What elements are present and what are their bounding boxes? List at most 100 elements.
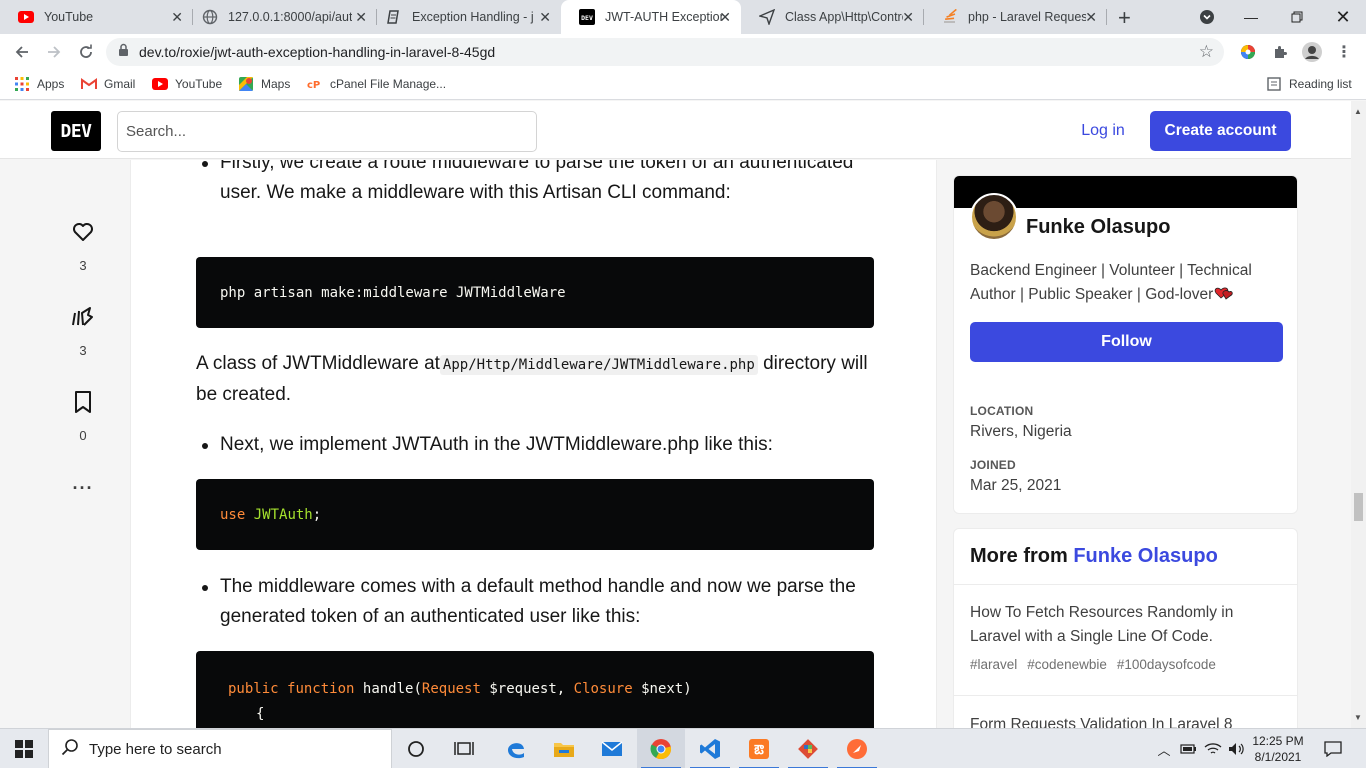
author-bio-text: Backend Engineer | Volunteer | Technical… [970, 262, 1252, 303]
bookmark-label: cPanel File Manage... [330, 77, 447, 91]
cortana-icon[interactable] [392, 729, 440, 768]
paragraph: A class of JWTMiddleware at App/Http/Midd… [196, 349, 874, 410]
close-icon[interactable]: ✕ [355, 9, 367, 26]
bookmark-reaction[interactable]: 0 [60, 390, 106, 443]
tab-api[interactable]: 127.0.0.1:8000/api/aut ✕ [184, 0, 377, 34]
code-function: handle( [362, 681, 422, 697]
postman-icon[interactable] [833, 729, 881, 768]
dev-header: DEV Log in Create account [0, 101, 1351, 159]
page-scrollbar[interactable]: ▲ ▼ [1351, 101, 1366, 728]
forward-button[interactable] [42, 40, 66, 64]
maps-icon [238, 76, 254, 92]
tag-link[interactable]: #laravel [970, 657, 1017, 672]
tab-search-button[interactable] [1184, 0, 1230, 34]
scroll-up-icon[interactable]: ▲ [1354, 107, 1362, 116]
search-input[interactable] [117, 111, 537, 152]
tab-class-app[interactable]: Class App\Http\Contro ✕ [741, 0, 924, 34]
close-icon[interactable]: ✕ [539, 9, 551, 26]
vscode-icon[interactable] [686, 729, 734, 768]
menu-kebab-icon[interactable]: ⋮ [1334, 42, 1354, 62]
code-punct: { [256, 706, 265, 722]
profile-avatar-icon[interactable] [1302, 42, 1322, 62]
bookmark-cpanel[interactable]: cP cPanel File Manage... [307, 76, 446, 92]
address-bar[interactable]: dev.to/roxie/jwt-auth-exception-handling… [106, 38, 1224, 66]
code-class: JWTAuth [253, 506, 313, 523]
author-name[interactable]: Funke Olasupo [1026, 216, 1170, 239]
heart-icon [71, 220, 95, 249]
notification-icon[interactable] [1318, 729, 1348, 768]
bookmark-gmail[interactable]: Gmail [81, 76, 135, 92]
more-from-author-link[interactable]: Funke Olasupo [1073, 545, 1217, 567]
maximize-button[interactable] [1274, 0, 1320, 34]
close-icon[interactable]: ✕ [902, 9, 914, 26]
close-icon[interactable]: ✕ [1085, 9, 1097, 26]
git-tool-icon[interactable] [784, 729, 832, 768]
code-block: public function handle(Request $request,… [196, 651, 874, 728]
task-view-icon[interactable] [440, 729, 488, 768]
bookmark-label: Gmail [104, 77, 136, 91]
wifi-icon[interactable] [1202, 729, 1224, 768]
lock-icon[interactable] [118, 43, 129, 62]
extensions-puzzle-icon[interactable] [1270, 42, 1290, 62]
chrome-taskbar-icon[interactable] [637, 729, 685, 768]
bookmarks-bar: Apps Gmail YouTube Maps cP cPanel File M… [0, 70, 1366, 100]
search-icon [61, 738, 79, 761]
color-wheel-extension-icon[interactable] [1238, 42, 1258, 62]
edge-icon[interactable] [492, 729, 540, 768]
new-tab-button[interactable]: + [1118, 5, 1131, 31]
bookmark-apps[interactable]: Apps [14, 76, 64, 92]
start-button[interactable] [0, 729, 48, 768]
page-content: 3 3 0 ··· Firstly, we create a route mid… [0, 160, 1351, 728]
follow-button[interactable]: Follow [970, 322, 1283, 362]
tab-youtube[interactable]: YouTube ✕ [0, 0, 193, 34]
dev-logo[interactable]: DEV [51, 111, 101, 151]
taskbar-search-text: Type here to search [89, 740, 222, 758]
unicorn-reaction[interactable]: 3 [60, 305, 106, 358]
divider [954, 584, 1297, 585]
arrow-left-icon [15, 46, 28, 58]
like-reaction[interactable]: 3 [60, 220, 106, 273]
create-account-button[interactable]: Create account [1150, 111, 1291, 151]
taskbar-search[interactable]: Type here to search [48, 729, 392, 768]
more-post-title[interactable]: Form Requests Validation In Laravel 8 [970, 713, 1270, 728]
tab-jwt-auth[interactable]: DEV JWT-AUTH Exception H ✕ [561, 0, 741, 34]
more-post-title[interactable]: How To Fetch Resources Randomly in Larav… [970, 601, 1270, 649]
code-class: Closure [573, 681, 633, 697]
taskbar-clock[interactable]: 12:25 PM 8/1/2021 [1248, 733, 1308, 765]
svg-text:cP: cP [307, 80, 320, 90]
file-explorer-icon[interactable] [540, 729, 588, 768]
reload-button[interactable] [74, 40, 98, 64]
scroll-down-icon[interactable]: ▼ [1354, 713, 1362, 722]
globe-icon [202, 9, 218, 25]
volume-icon[interactable] [1226, 729, 1248, 768]
tray-chevron-icon[interactable]: ︿ [1154, 729, 1174, 768]
battery-icon[interactable] [1178, 729, 1200, 768]
xampp-icon[interactable]: ఔ [735, 729, 783, 768]
more-options-icon[interactable]: ··· [60, 478, 106, 499]
close-icon[interactable]: ✕ [719, 9, 731, 26]
bookmark-count: 0 [79, 428, 87, 443]
author-avatar[interactable] [970, 193, 1018, 241]
tag-link[interactable]: #codenewbie [1027, 657, 1107, 672]
login-link[interactable]: Log in [1070, 111, 1136, 151]
close-icon[interactable]: ✕ [171, 9, 183, 26]
back-button[interactable] [10, 40, 34, 64]
scrollbar-thumb[interactable] [1354, 493, 1363, 521]
windows-icon [15, 740, 33, 758]
star-icon[interactable]: ☆ [1199, 42, 1214, 62]
close-window-button[interactable]: ✕ [1320, 0, 1366, 34]
restore-icon [1291, 11, 1303, 23]
reading-list[interactable]: Reading list [1266, 76, 1352, 92]
tab-strip: YouTube ✕ 127.0.0.1:8000/api/aut ✕ Excep… [0, 0, 1366, 34]
post-tags: #laravel #codenewbie #100daysofcode [970, 657, 1226, 672]
bookmark-youtube[interactable]: YouTube [152, 76, 222, 92]
bookmark-maps[interactable]: Maps [238, 76, 290, 92]
tag-link[interactable]: #100daysofcode [1117, 657, 1216, 672]
minimize-button[interactable]: — [1228, 0, 1274, 34]
code-line: php artisan make:middleware JWTMiddleWar… [220, 284, 566, 301]
tab-php-laravel[interactable]: php - Laravel Request ✕ [924, 0, 1107, 34]
tab-exception-handling[interactable]: Exception Handling - j ✕ [368, 0, 561, 34]
mail-icon[interactable] [588, 729, 636, 768]
tab-label: Exception Handling - j [412, 10, 534, 24]
list-item: Next, we implement JWTAuth in the JWTMid… [202, 430, 874, 460]
